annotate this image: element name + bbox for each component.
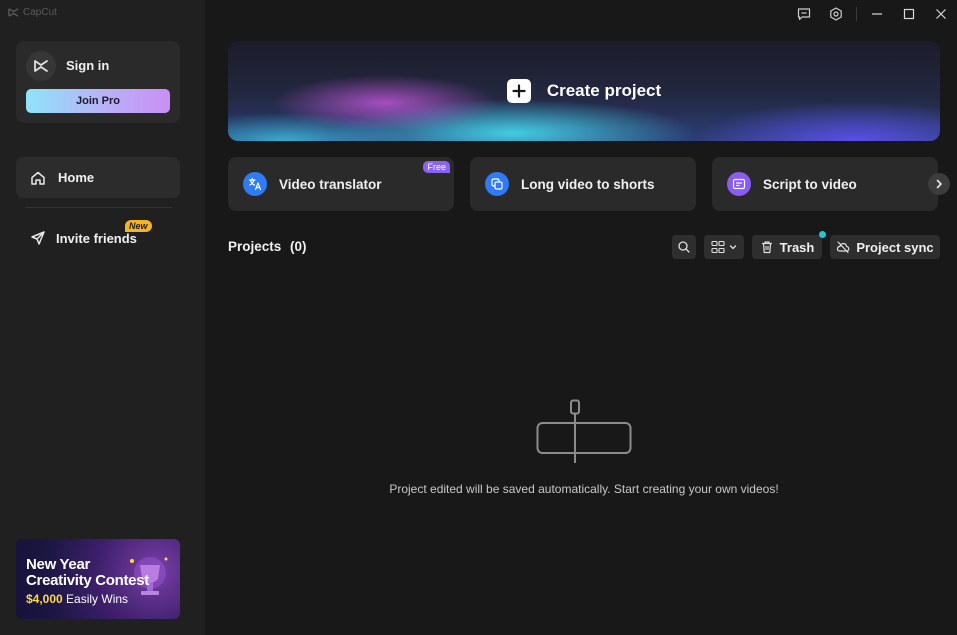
- feedback-button[interactable]: [788, 0, 820, 28]
- search-button[interactable]: [672, 235, 696, 259]
- app-title-text: CapCut: [23, 7, 57, 18]
- project-sync-label: Project sync: [856, 239, 934, 255]
- avatar[interactable]: [26, 51, 56, 81]
- promo-title-line2: Creativity Contest: [26, 572, 149, 589]
- free-badge: Free: [423, 161, 450, 173]
- close-button[interactable]: [925, 0, 957, 28]
- promo-banner[interactable]: New Year Creativity Contest $4,000 Easil…: [16, 539, 180, 619]
- translate-icon: [248, 177, 262, 191]
- sidebar-item-home[interactable]: Home: [16, 157, 180, 198]
- account-card: Sign in Join Pro: [16, 41, 180, 123]
- capcut-logo-icon: [34, 60, 48, 72]
- close-icon: [936, 9, 946, 19]
- settings-button[interactable]: [820, 0, 852, 28]
- plus-icon-box: [506, 79, 531, 103]
- sign-in-link[interactable]: Sign in: [66, 58, 109, 73]
- tool-long-video-to-shorts[interactable]: Long video to shorts: [470, 157, 696, 211]
- maximize-button[interactable]: [893, 0, 925, 28]
- trash-button[interactable]: Trash: [752, 231, 826, 259]
- create-project-button[interactable]: Create project: [228, 41, 940, 141]
- script-icon-badge: [727, 172, 751, 196]
- home-icon: [31, 171, 45, 185]
- minimize-icon: [872, 13, 882, 15]
- tool-script-to-video[interactable]: Script to video: [712, 157, 938, 211]
- promo-prize-amount: $4,000: [26, 592, 63, 606]
- projects-count: (0): [290, 239, 307, 254]
- settings-icon: [830, 7, 842, 21]
- sidebar-divider: [26, 207, 172, 208]
- promo-prize-text: Easily Wins: [66, 592, 129, 606]
- feedback-icon: [797, 8, 811, 21]
- grid-view-icon: [711, 240, 725, 254]
- script-icon: [732, 178, 746, 190]
- plus-icon: [512, 84, 526, 98]
- clip-icon: [491, 178, 503, 190]
- capcut-logo-icon: [8, 8, 19, 17]
- search-icon: [678, 241, 690, 253]
- tool-video-translator[interactable]: Video translator Free: [228, 157, 454, 211]
- chevron-down-icon: [729, 245, 737, 250]
- empty-state-message: Project edited will be saved automatical…: [389, 482, 779, 496]
- promo-title-line1: New Year: [26, 556, 91, 573]
- minimize-button[interactable]: [861, 0, 893, 28]
- project-sync-button[interactable]: Project sync: [830, 235, 940, 259]
- maximize-icon: [903, 8, 915, 20]
- chevron-right-icon: [936, 179, 942, 189]
- notification-dot: [819, 231, 826, 238]
- promo-prize: $4,000 Easily Wins: [26, 592, 128, 606]
- sidebar-item-label: Home: [58, 170, 95, 185]
- send-icon: [31, 231, 45, 245]
- new-badge: New: [125, 220, 152, 232]
- sidebar: CapCut Sign in Join Pro Home Invite frie…: [0, 0, 205, 635]
- tool-label: Script to video: [763, 176, 857, 192]
- tool-label: Long video to shorts: [521, 176, 655, 192]
- projects-title: Projects: [228, 239, 282, 254]
- sidebar-item-label: Invite friends: [56, 230, 137, 246]
- app-title: CapCut: [8, 7, 57, 18]
- trash-label: Trash: [779, 239, 815, 255]
- sidebar-item-invite-friends[interactable]: Invite friends New: [16, 218, 180, 258]
- join-pro-button[interactable]: Join Pro: [26, 89, 170, 113]
- cloud-off-icon: [837, 241, 850, 254]
- window-controls: [788, 0, 957, 28]
- view-mode-dropdown[interactable]: [704, 235, 744, 259]
- empty-timeline-icon: [536, 399, 632, 463]
- trash-icon: [761, 241, 772, 254]
- clip-icon-badge: [485, 172, 509, 196]
- translate-icon-badge: [243, 172, 267, 196]
- window-controls-separator: [856, 7, 857, 21]
- tools-scroll-right-button[interactable]: [928, 173, 950, 195]
- create-project-label: Create project: [546, 81, 662, 100]
- tool-label: Video translator: [279, 176, 382, 192]
